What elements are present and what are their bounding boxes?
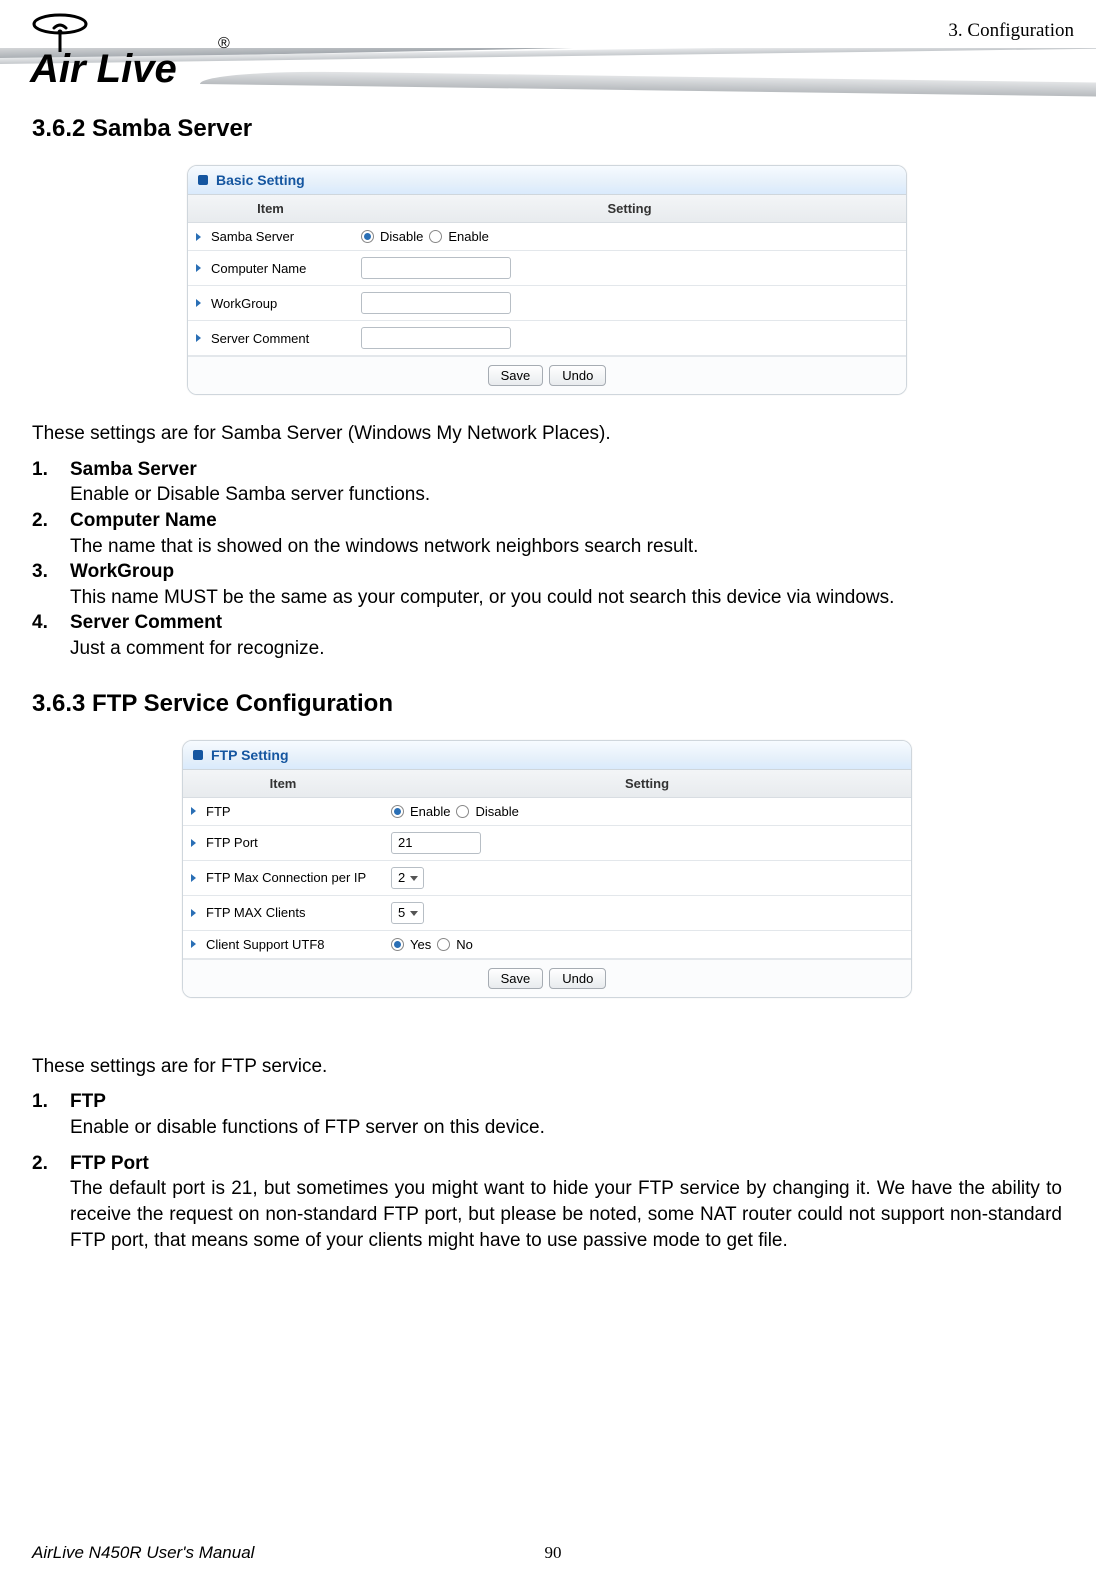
list-item: 2.FTP PortThe default port is 21, but so… [32,1151,1062,1254]
table-head: Item Setting [183,770,911,798]
caret-icon [191,940,196,948]
caret-icon [196,334,201,342]
label-server-comment: Server Comment [211,331,309,346]
ftp-intro: These settings are for FTP service. [32,1054,1062,1080]
row-computer-name: Computer Name [188,251,906,286]
label-ftp-port: FTP Port [206,835,258,850]
label-ftp: FTP [206,804,231,819]
radio-disable-label: Disable [380,229,423,244]
list-item: 2.Computer NameThe name that is showed o… [32,508,1062,559]
label-utf8: Client Support UTF8 [206,937,325,952]
caret-icon [196,233,201,241]
panel-ftp-setting: FTP Setting Item Setting FTP Enable Disa… [182,740,912,998]
caret-icon [196,299,201,307]
heading-samba: 3.6.2 Samba Server [32,115,1062,143]
col-setting: Setting [353,195,906,222]
input-workgroup[interactable] [361,292,511,314]
radio-enable[interactable] [391,805,404,818]
panel-title-ftp: FTP Setting [183,741,911,770]
svg-text:®: ® [218,35,230,52]
row-ftp-max-clients: FTP MAX Clients 5 [183,896,911,931]
label-workgroup: WorkGroup [211,296,277,311]
col-item: Item [188,195,353,222]
radio-yes[interactable] [391,938,404,951]
radio-no-label: No [456,937,473,952]
label-ftp-max-ip: FTP Max Connection per IP [206,870,366,885]
save-button[interactable]: Save [488,968,544,989]
svg-text:Air Live: Air Live [29,47,177,91]
footer-page-number: 90 [545,1543,562,1563]
page-header-chapter: 3. Configuration [948,20,1074,42]
list-item: 4.Server CommentJust a comment for recog… [32,610,1062,661]
radio-no[interactable] [437,938,450,951]
row-samba-server: Samba Server Disable Enable [188,223,906,251]
radio-enable-label: Enable [410,804,450,819]
list-item: 1.FTPEnable or disable functions of FTP … [32,1089,1062,1140]
radio-yes-label: Yes [410,937,431,952]
input-server-comment[interactable] [361,327,511,349]
row-utf8: Client Support UTF8 Yes No [183,931,911,959]
airlive-logo: Air Live ® [22,4,242,94]
col-setting: Setting [383,770,911,797]
undo-button[interactable]: Undo [549,968,606,989]
save-button[interactable]: Save [488,365,544,386]
list-item: 3.WorkGroupThis name MUST be the same as… [32,559,1062,610]
label-samba-server: Samba Server [211,229,294,244]
caret-icon [196,264,201,272]
radio-disable-label: Disable [475,804,518,819]
caret-icon [191,807,196,815]
panel-title-basic: Basic Setting [188,166,906,195]
row-ftp-port: FTP Port [183,826,911,861]
label-computer-name: Computer Name [211,261,306,276]
panel-icon [198,175,208,185]
row-ftp: FTP Enable Disable [183,798,911,826]
row-server-comment: Server Comment [188,321,906,356]
button-row: Save Undo [183,959,911,997]
col-item: Item [183,770,383,797]
list-item: 1.Samba ServerEnable or Disable Samba se… [32,457,1062,508]
select-ftp-max-clients[interactable]: 5 [391,902,424,924]
radio-enable[interactable] [429,230,442,243]
input-computer-name[interactable] [361,257,511,279]
panel-title-text: FTP Setting [211,747,289,763]
caret-icon [191,839,196,847]
panel-title-text: Basic Setting [216,172,305,188]
samba-intro: These settings are for Samba Server (Win… [32,421,1062,447]
table-head: Item Setting [188,195,906,223]
panel-icon [193,750,203,760]
caret-icon [191,874,196,882]
input-ftp-port[interactable] [391,832,481,854]
page-footer: AirLive N450R User's Manual 90 [32,1543,1074,1563]
row-ftp-max-ip: FTP Max Connection per IP 2 [183,861,911,896]
radio-enable-label: Enable [448,229,488,244]
radio-disable[interactable] [456,805,469,818]
label-ftp-max-clients: FTP MAX Clients [206,905,305,920]
button-row: Save Undo [188,356,906,394]
samba-list: 1.Samba ServerEnable or Disable Samba se… [32,457,1062,662]
undo-button[interactable]: Undo [549,365,606,386]
select-ftp-max-ip[interactable]: 2 [391,867,424,889]
caret-icon [191,909,196,917]
heading-ftp: 3.6.3 FTP Service Configuration [32,690,1062,718]
panel-basic-setting: Basic Setting Item Setting Samba Server … [187,165,907,395]
radio-disable[interactable] [361,230,374,243]
footer-manual-title: AirLive N450R User's Manual [32,1543,254,1563]
ftp-list: 1.FTPEnable or disable functions of FTP … [32,1089,1062,1253]
row-workgroup: WorkGroup [188,286,906,321]
